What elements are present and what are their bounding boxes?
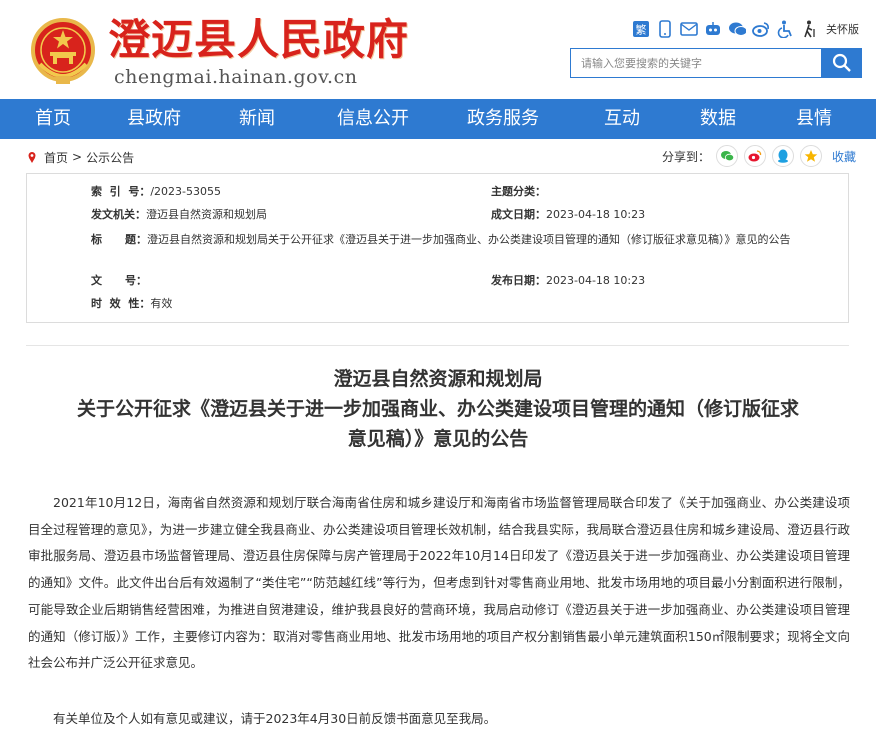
nav-county-profile[interactable]: 县情 (764, 99, 864, 139)
mobile-icon[interactable] (656, 20, 674, 38)
email-icon[interactable] (680, 20, 698, 38)
info-issuer: 发文机关： 澄迈县自然资源和规划局 (91, 205, 267, 225)
weibo-icon (748, 150, 762, 162)
share-wechat-button[interactable] (716, 145, 739, 167)
site-domain: chengmai.hainan.gov.cn (114, 66, 358, 88)
info-label: 发文机关： (91, 208, 146, 221)
search-icon (832, 53, 851, 72)
breadcrumb-home[interactable]: 首页 (44, 149, 68, 166)
info-value: 有效 (150, 297, 173, 310)
divider (26, 345, 849, 346)
site-header: 澄迈县人民政府 chengmai.hainan.gov.cn 繁 关怀版 (0, 0, 876, 99)
top-toolbar: 繁 关怀版 (632, 18, 859, 40)
elderly-mode-link[interactable]: 关怀版 (826, 21, 859, 37)
site-title[interactable]: 澄迈县人民政府 (108, 14, 409, 66)
breadcrumb-current[interactable]: 公示公告 (86, 149, 134, 166)
main-nav: 首页 县政府 新闻 信息公开 政务服务 互动 数据 县情 (0, 99, 876, 139)
traditional-chinese-icon[interactable]: 繁 (632, 20, 650, 38)
info-title-label: 标 题： (91, 230, 147, 250)
article-paragraph: 2021年10月12日，海南省自然资源和规划厅联合海南省住房和城乡建设厅和海南省… (28, 495, 850, 671)
favorite-link[interactable]: 收藏 (832, 148, 856, 165)
elderly-care-icon[interactable] (800, 20, 818, 38)
nav-info-disclosure[interactable]: 信息公开 (312, 99, 434, 139)
nav-county-government[interactable]: 县政府 (106, 99, 202, 139)
info-label: 发布日期： (491, 274, 546, 287)
article-title-line: 澄迈县自然资源和规划局 (333, 368, 543, 390)
article-title-line: 关于公开征求《澄迈县关于进一步加强商业、办公类建设项目管理的通知（修订版征求 (76, 398, 799, 420)
info-value: 2023-04-18 10:23 (546, 274, 646, 287)
info-value: 澄迈县自然资源和规划局 (146, 208, 267, 221)
info-value: 2023-04-18 10:23 (546, 208, 646, 221)
search-box (570, 48, 862, 78)
nav-government-services[interactable]: 政务服务 (434, 99, 572, 139)
info-publish-date: 发布日期： 2023-04-18 10:23 (491, 271, 645, 291)
svg-text:繁: 繁 (636, 23, 647, 37)
home-icon (26, 151, 38, 163)
nav-data[interactable]: 数据 (672, 99, 764, 139)
wechat-icon (721, 151, 735, 162)
national-emblem-icon[interactable] (30, 18, 96, 88)
info-label: 文 号： (91, 274, 147, 287)
info-label: 时 效 性： (91, 297, 151, 310)
info-label: 主题分类： (491, 185, 546, 198)
info-title-value: 澄迈县自然资源和规划局关于公开征求《澄迈县关于进一步加强商业、办公类建设项目管理… (147, 233, 791, 246)
info-value: /2023-53055 (150, 185, 221, 198)
nav-interaction[interactable]: 互动 (572, 99, 672, 139)
share-qq-button[interactable] (772, 145, 795, 167)
robot-icon[interactable] (704, 20, 722, 38)
info-label: 成文日期： (491, 208, 546, 221)
info-docno: 文 号： (91, 271, 147, 291)
wechat-icon[interactable] (728, 20, 746, 38)
breadcrumb: 首页 > 公示公告 (26, 148, 134, 166)
qq-icon (778, 149, 789, 163)
nav-news[interactable]: 新闻 (202, 99, 312, 139)
document-info-table: 索 引 号： /2023-53055 主题分类： 发文机关： 澄迈县自然资源和规… (26, 173, 849, 323)
nav-home[interactable]: 首页 (0, 99, 106, 139)
info-label: 索 引 号： (91, 185, 151, 198)
qzone-icon (804, 150, 818, 162)
info-topic: 主题分类： (491, 182, 546, 202)
article-title-line: 意见稿）》意见的公告 (347, 428, 529, 450)
share-bar: 分享到： 收藏 (662, 144, 856, 168)
info-written-date: 成文日期： 2023-04-18 10:23 (491, 205, 645, 225)
info-index: 索 引 号： /2023-53055 (91, 182, 221, 202)
article-paragraph: 有关单位及个人如有意见或建议，请于2023年4月30日前反馈书面意见至我局。 (53, 711, 497, 726)
info-label: 标 题： (91, 233, 147, 246)
search-button[interactable] (821, 48, 862, 78)
share-qzone-button[interactable] (800, 145, 823, 167)
info-validity: 时 效 性： 有效 (91, 294, 172, 314)
share-label: 分享到： (662, 149, 711, 164)
breadcrumb-separator: > (72, 150, 83, 164)
weibo-icon[interactable] (752, 20, 770, 38)
share-weibo-button[interactable] (744, 145, 767, 167)
search-input[interactable] (570, 48, 821, 78)
accessibility-icon[interactable] (776, 20, 794, 38)
